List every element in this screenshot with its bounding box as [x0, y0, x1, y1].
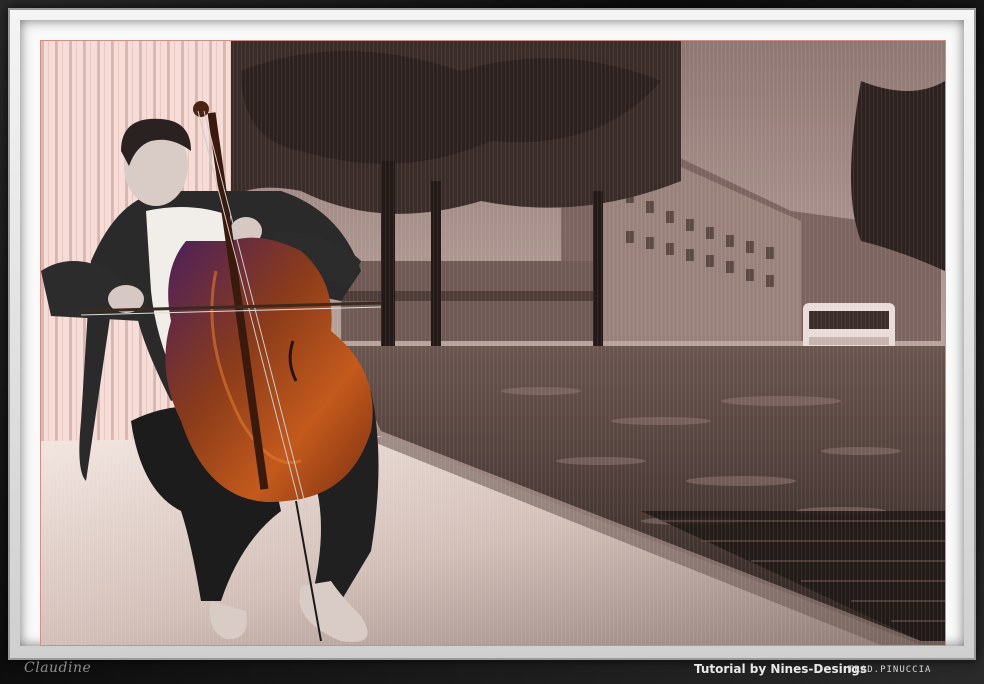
artwork-image	[40, 40, 946, 646]
tutorial-credit: Tutorial by Nines-Desings	[694, 662, 867, 676]
artwork-svg	[41, 41, 945, 645]
artist-signature: Claudine	[24, 660, 92, 676]
translation-credit: TRAD.PINUCCIA	[848, 665, 932, 675]
